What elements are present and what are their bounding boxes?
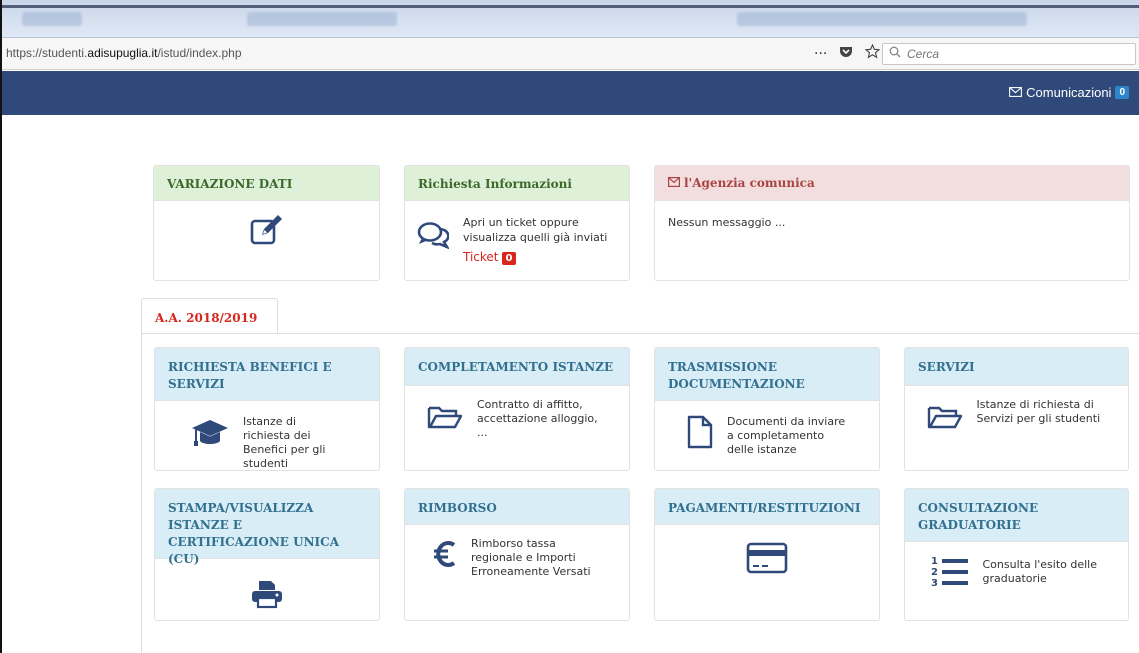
svg-text:2: 2 (931, 567, 938, 578)
info-description: Apri un ticket oppure visualizza quelli … (463, 216, 608, 244)
url-field[interactable]: https://studenti.adisupuglia.it/istud/in… (6, 46, 242, 60)
chat-icon (417, 221, 451, 266)
browser-tab[interactable] (737, 12, 1027, 26)
ordered-list-icon: 123 (931, 554, 969, 592)
ticket-count-badge: 0 (501, 252, 517, 265)
card-title: STAMPA/VISUALIZZA ISTANZE E CERTIFICAZIO… (155, 489, 379, 566)
page-actions-icon[interactable]: ··· (814, 46, 827, 62)
browser-tab-strip (2, 0, 1139, 38)
svg-text:1: 1 (931, 556, 938, 567)
card-title: CONSULTAZIONE GRADUATORIE (905, 489, 1128, 542)
card-trasmissione-documentazione[interactable]: TRASMISSIONE DOCUMENTAZIONE Documenti da… (654, 347, 880, 471)
card-description: Istanze di richiesta di Servizi per gli … (976, 398, 1101, 425)
svg-text:3: 3 (931, 578, 938, 588)
card-completamento-istanze[interactable]: COMPLETAMENTO ISTANZE Contratto di affit… (404, 347, 630, 471)
card-title: RICHIESTA BENEFICI E SERVIZI (155, 348, 379, 401)
window-title-line (2, 5, 1139, 8)
richiesta-informazioni-panel[interactable]: Richiesta Informazioni Apri un ticket op… (404, 165, 630, 281)
communications-label: Comunicazioni (1026, 85, 1112, 100)
site-navbar: Comunicazioni 0 (2, 71, 1139, 115)
card-title: COMPLETAMENTO ISTANZE (405, 348, 629, 386)
communications-count-badge: 0 (1115, 86, 1129, 99)
search-input[interactable] (907, 46, 1127, 62)
card-description: Istanze di richiesta dei Benefici per gl… (243, 415, 326, 470)
card-rimborso[interactable]: RIMBORSO Rimborso tassa regionale e Impo… (404, 488, 630, 621)
ticket-link[interactable]: Ticket 0 (463, 250, 613, 266)
ticket-label: Ticket (463, 250, 499, 264)
euro-icon (433, 539, 457, 573)
card-description: Consulta l'esito delle graduatorie (982, 558, 1098, 585)
card-stampa-visualizza[interactable]: STAMPA/VISUALIZZA ISTANZE E CERTIFICAZIO… (154, 488, 380, 621)
card-description: Documenti da inviare a completamento del… (727, 415, 846, 456)
panel-title: VARIAZIONE DATI (154, 166, 379, 201)
pocket-icon[interactable] (839, 45, 853, 63)
card-richiesta-benefici[interactable]: RICHIESTA BENEFICI E SERVIZI Istanze di … (154, 347, 380, 471)
envelope-icon (1009, 85, 1023, 100)
panel-title: Richiesta Informazioni (405, 166, 629, 201)
envelope-icon (668, 176, 681, 190)
tab-academic-year[interactable]: A.A. 2018/2019 (141, 298, 278, 334)
card-consultazione-graduatorie[interactable]: CONSULTAZIONE GRADUATORIE 123 Consulta l… (904, 488, 1129, 621)
agency-message: Nessun messaggio ... (668, 216, 786, 229)
search-icon (889, 46, 901, 62)
edit-icon[interactable] (154, 201, 379, 251)
card-pagamenti-restituzioni[interactable]: PAGAMENTI/RESTITUZIONI (654, 488, 880, 621)
document-icon (687, 415, 713, 453)
browser-search-box[interactable] (882, 43, 1136, 65)
card-description: Rimborso tassa regionale e Importi Erron… (471, 537, 591, 578)
card-title: PAGAMENTI/RESTITUZIONI (655, 489, 879, 525)
card-title: TRASMISSIONE DOCUMENTAZIONE (655, 348, 879, 401)
card-title: RIMBORSO (405, 489, 629, 525)
folder-icon (927, 404, 963, 434)
graduation-cap-icon (191, 418, 229, 452)
panel-title: l'Agenzia comunica (655, 166, 1129, 201)
browser-tab[interactable] (22, 12, 82, 26)
card-servizi[interactable]: SERVIZI Istanze di richiesta di Servizi … (904, 347, 1129, 471)
agenzia-comunica-panel: l'Agenzia comunica Nessun messaggio ... (654, 165, 1130, 281)
variazione-dati-panel[interactable]: VARIAZIONE DATI (153, 165, 380, 281)
communications-link[interactable]: Comunicazioni 0 (1009, 85, 1129, 100)
credit-card-icon (655, 525, 879, 578)
card-description: Contratto di affitto, accettazione allog… (477, 398, 598, 439)
browser-address-bar: https://studenti.adisupuglia.it/istud/in… (2, 38, 1139, 70)
card-title: SERVIZI (905, 348, 1128, 386)
folder-icon (427, 404, 463, 434)
bookmark-star-icon[interactable] (865, 43, 881, 63)
browser-tab[interactable] (247, 12, 397, 26)
